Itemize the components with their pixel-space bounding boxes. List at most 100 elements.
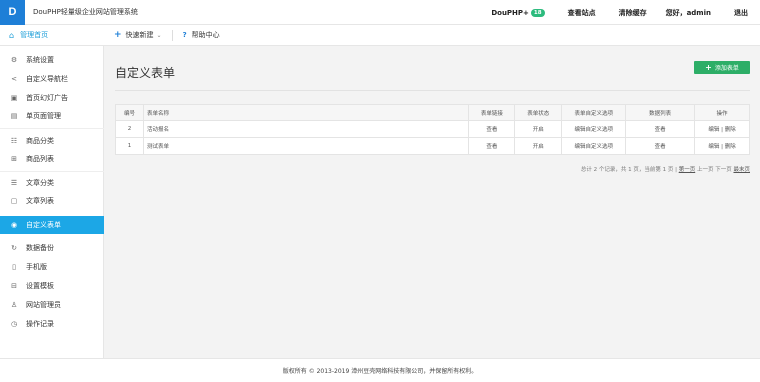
sidebar-item-custom-form[interactable]: ◉ 自定义表单 [0,216,104,234]
forms-table: 编号 表单名称 表单链接 表单状态 表单自定义选项 数据列表 操作 2 活动报名… [115,104,750,155]
divider [0,171,104,172]
edit-link[interactable]: 编辑 [708,144,719,150]
delete-link[interactable]: 删除 [725,144,736,150]
divider [171,29,173,41]
add-form-button[interactable]: + 添加表单 [694,61,750,74]
system-title: DouPHP轻量级企业网站管理系统 [33,8,138,16]
edit-link[interactable]: 编辑 [708,127,719,133]
user-greeting[interactable]: 您好，admin [666,8,711,18]
sidebar-item-product-list[interactable]: ⊞ 商品列表 [0,150,104,168]
document-icon: ▢ [10,197,18,205]
sidebar-item-label: 商品列表 [26,155,54,163]
quick-new-menu[interactable]: + 快速新建 ⌄ [114,30,162,40]
view-data-link[interactable]: 查看 [625,120,696,138]
image-icon: ▣ [10,94,18,102]
phone-icon: ▯ [12,263,16,271]
sidebar-item-label: 系统设置 [26,56,54,64]
delete-link[interactable]: 删除 [725,127,736,133]
cell-id: 1 [115,137,144,155]
sidebar-item-label: 商品分类 [26,137,54,145]
sidebar-item-single-pages[interactable]: ▤ 单页面管理 [0,107,104,125]
brand-label: DouPHP+ [491,8,529,17]
sidebar-item-data-backup[interactable]: ↻ 数据备份 [0,239,104,257]
first-page-link[interactable]: 第一页 [679,167,696,173]
sidebar-item-label: 文章列表 [26,197,54,205]
sidebar-item-template-settings[interactable]: ⊟ 设置模板 [0,277,104,295]
sidebar-item-article-list[interactable]: ▢ 文章列表 [0,192,104,210]
view-link-button[interactable]: 查看 [468,137,516,155]
logo-icon[interactable]: D [0,0,25,25]
cell-id: 2 [115,120,144,138]
share-icon: < [11,75,17,83]
edit-options-link[interactable]: 编辑自定义选项 [561,137,627,155]
user-icon: ♙ [10,301,18,309]
cell-form-name: 测试表单 [142,137,470,155]
divider [0,128,104,129]
view-data-link[interactable]: 查看 [625,137,696,155]
template-icon: ⊟ [11,282,17,290]
sidebar-item-label: 自定义导航栏 [26,75,68,83]
main-content: 自定义表单 + 添加表单 编号 表单名称 表单链接 表单状态 表单自定义选项 数… [104,46,760,358]
view-site-link[interactable]: 查看站点 [568,8,596,18]
cell-status[interactable]: 开启 [514,137,563,155]
sidebar-item-custom-nav[interactable]: < 自定义导航栏 [0,70,104,88]
sidebar-item-article-category[interactable]: ☰ 文章分类 [0,174,104,192]
quick-new-label: 快速新建 [125,31,154,39]
sidebar-item-label: 操作记录 [26,320,54,328]
sidebar-item-label: 设置模板 [26,282,54,290]
sidebar-item-label: 自定义表单 [26,221,61,229]
sidebar-item-home-slides[interactable]: ▣ 首页幻灯广告 [0,89,104,107]
prev-page-text: 上一页 [696,167,714,173]
top-right-nav: DouPHP+ 18 查看站点 清除缓存 您好，admin 退出 [482,0,760,25]
refresh-icon: ↻ [11,244,17,252]
cell-form-name: 活动报名 [142,120,470,138]
sidebar-item-product-category[interactable]: ☷ 商品分类 [0,132,104,150]
help-center-link[interactable]: ? 帮助中心 [183,30,220,40]
cell-actions: 编辑 | 删除 [694,137,750,155]
help-center-label: 帮助中心 [191,31,220,39]
category-icon: ☷ [10,137,18,145]
column-header: 操作 [694,104,750,121]
sidebar-item-mobile[interactable]: ▯ 手机版 [0,258,104,276]
chevron-down-icon: ⌄ [156,31,162,39]
cell-status[interactable]: 开启 [514,120,563,138]
sidebar-item-operation-log[interactable]: ◷ 操作记录 [0,315,104,333]
column-header: 表单名称 [142,104,470,121]
page-title: 自定义表单 [115,66,176,80]
footer: 版权所有 © 2013-2019 漳州豆壳网络科技有限公司，并保留所有权利。 [0,358,760,382]
column-header: 表单链接 [468,104,516,121]
edit-options-link[interactable]: 编辑自定义选项 [561,120,627,138]
sidebar-item-label: 网站管理员 [26,301,61,309]
view-link-button[interactable]: 查看 [468,120,516,138]
home-tab[interactable]: ⌂ 管理首页 [0,25,104,46]
pagination: 总计 2 个记录，共 1 页，当前第 1 页 | 第一页 上一页 下一页 最末页 [581,165,750,173]
clear-cache-link[interactable]: 清除缓存 [619,8,647,18]
clock-icon: ◷ [10,320,18,328]
column-header: 数据列表 [625,104,696,121]
column-header: 编号 [115,104,144,121]
plus-icon: + [705,63,712,72]
gear-icon: ⚙ [10,56,18,64]
sub-bar: ⌂ 管理首页 + 快速新建 ⌄ ? 帮助中心 [0,25,760,46]
help-icon: ? [182,31,187,39]
home-icon: ⌂ [9,30,15,40]
sidebar-item-label: 数据备份 [26,244,54,252]
column-header: 表单自定义选项 [561,104,627,121]
sidebar-item-label: 首页幻灯广告 [26,94,68,102]
sidebar-item-site-admins[interactable]: ♙ 网站管理员 [0,296,104,314]
version-badge: 18 [530,8,545,17]
add-form-label: 添加表单 [714,65,739,72]
logout-link[interactable]: 退出 [734,8,748,18]
grid-icon: ⊞ [11,155,17,163]
sidebar-item-label: 文章分类 [26,179,54,187]
sidebar-item-system-settings[interactable]: ⚙ 系统设置 [0,51,104,69]
table-row: 2 活动报名 查看 开启 编辑自定义选项 查看 编辑 | 删除 [115,120,750,138]
table-header-row: 编号 表单名称 表单链接 表单状态 表单自定义选项 数据列表 操作 [115,104,750,121]
brand-link[interactable]: DouPHP+ 18 [491,8,545,17]
last-page-link[interactable]: 最末页 [733,167,750,173]
table-row: 1 测试表单 查看 开启 编辑自定义选项 查看 编辑 | 删除 [115,137,750,155]
divider [115,90,750,91]
sidebar-item-label: 单页面管理 [26,112,61,120]
pager-summary: 总计 2 个记录，共 1 页，当前第 1 页 | [580,167,677,173]
column-header: 表单状态 [514,104,563,121]
